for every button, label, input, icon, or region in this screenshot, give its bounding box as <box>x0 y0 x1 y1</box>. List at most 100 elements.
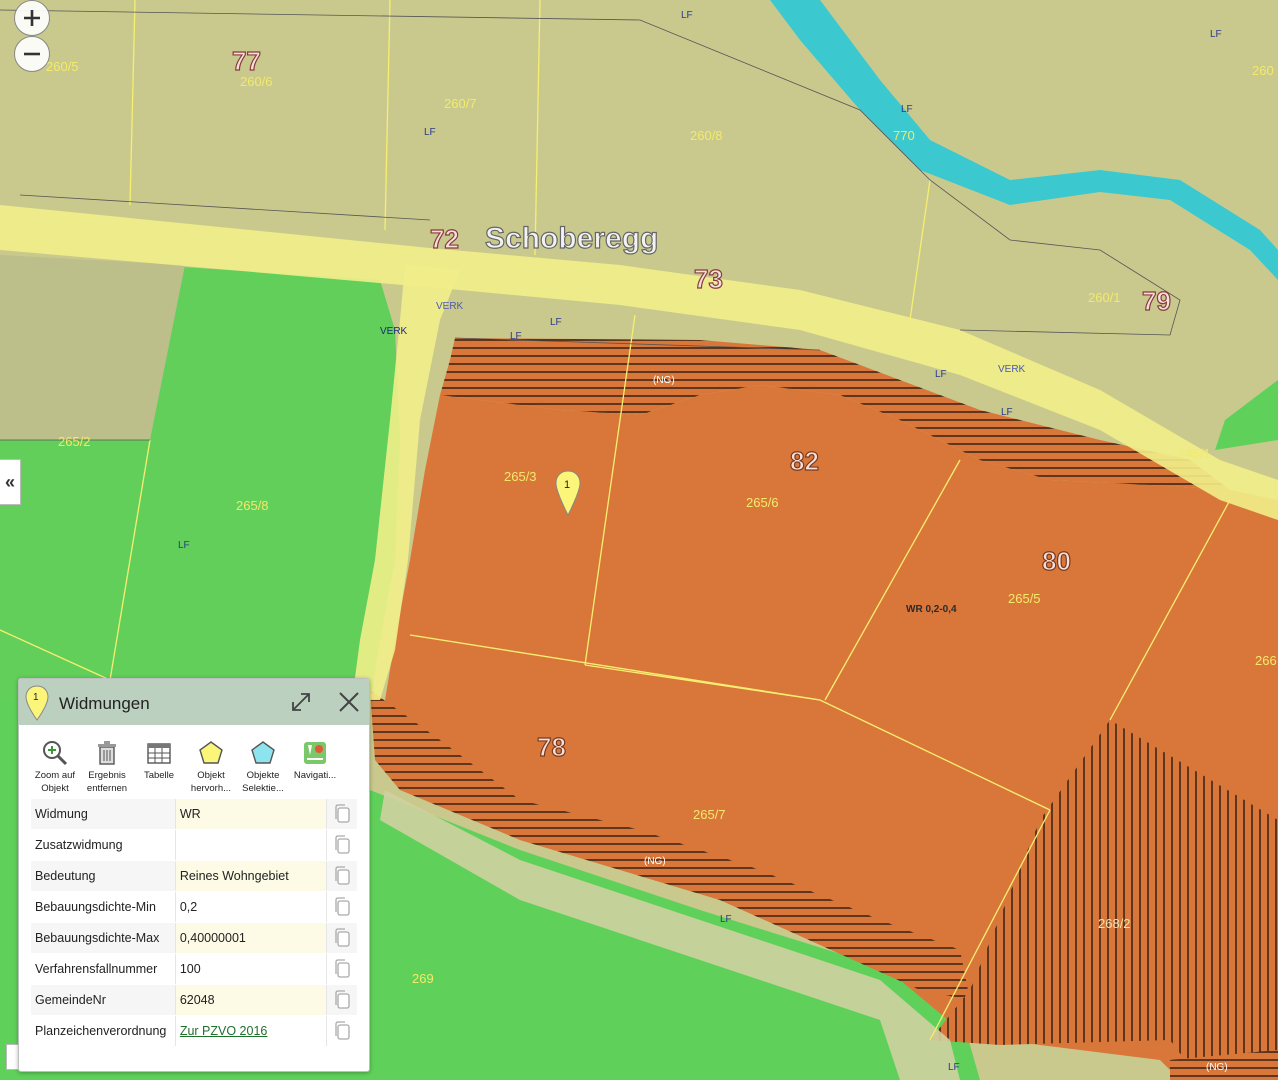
zone-lf: LF <box>1210 29 1222 40</box>
attribute-value: 62048 <box>174 984 327 1016</box>
navigation-icon <box>304 742 326 764</box>
expand-icon[interactable] <box>290 691 312 713</box>
pzvo-link[interactable]: Zur PZVO 2016 <box>180 1024 268 1038</box>
table-row: Widmung WR <box>31 799 357 830</box>
parcel-260-1: 260/1 <box>1088 290 1121 305</box>
navigation-button[interactable]: Navigati... <box>289 735 341 799</box>
parcel-266: 266 <box>1255 653 1277 668</box>
copy-button[interactable] <box>326 1015 357 1047</box>
copy-icon <box>335 897 350 916</box>
house-number-80: 80 <box>1042 546 1071 576</box>
parcel-265-6: 265/6 <box>746 495 779 510</box>
close-icon[interactable] <box>337 690 361 714</box>
house-number-72: 72 <box>430 224 459 254</box>
zoom-to-object-button[interactable]: Zoom auf Objekt <box>29 735 81 799</box>
tool-label: Navigati... <box>293 770 337 781</box>
panel-toolbar: Zoom auf Objekt Ergebnis entfernen Tabel… <box>29 735 359 799</box>
zone-lf: LF <box>550 317 562 328</box>
table-row: Bebauungsdichte-Min 0,2 <box>31 891 357 923</box>
zone-lf: LF <box>720 914 732 925</box>
tool-label: Objekt hervorh... <box>190 770 232 794</box>
copy-button[interactable] <box>326 984 357 1016</box>
tool-label: Ergebnis entfernen <box>86 770 128 794</box>
select-objects-button[interactable]: Objekte Selektie... <box>237 735 289 799</box>
parcel-745-1: 745/1 <box>1178 446 1211 461</box>
parcel-260-8: 260/8 <box>690 128 723 143</box>
double-chevron-left-icon: « <box>4 471 15 492</box>
zoom-icon <box>43 741 68 766</box>
remove-result-button[interactable]: Ergebnis entfernen <box>81 735 133 799</box>
zoom-out-button[interactable] <box>14 36 50 72</box>
copy-button[interactable] <box>326 829 357 861</box>
highlight-object-button[interactable]: Objekt hervorh... <box>185 735 237 799</box>
zone-lf: LF <box>901 104 913 115</box>
attribute-table: Widmung WR Zusatzwidmung Bedeutung Reine… <box>31 799 357 1047</box>
zone-lf: LF <box>424 127 436 138</box>
attribute-value: Zur PZVO 2016 <box>174 1015 327 1047</box>
zoom-in-button[interactable] <box>14 0 50 36</box>
table-row: Bedeutung Reines Wohngebiet <box>31 860 357 892</box>
copy-button[interactable] <box>326 860 357 892</box>
attribute-value: 0,2 <box>174 891 327 923</box>
collapse-sidebar-button[interactable]: « <box>0 459 21 505</box>
marker-number: 1 <box>564 479 570 491</box>
copy-button[interactable] <box>326 922 357 954</box>
copy-icon <box>335 928 350 947</box>
zone-lf: LF <box>1001 407 1013 418</box>
table-row: Bebauungsdichte-Max 0,40000001 <box>31 922 357 954</box>
plus-icon <box>24 10 40 26</box>
table-button[interactable]: Tabelle <box>133 735 185 799</box>
parcel-265-2: 265/2 <box>58 434 91 449</box>
highlight-icon <box>199 741 223 764</box>
zone-ng: (NG) <box>653 375 675 386</box>
attribute-value: Reines Wohngebiet <box>174 860 327 892</box>
attribute-key: Bebauungsdichte-Max <box>31 922 176 954</box>
copy-button[interactable] <box>326 953 357 985</box>
parcel-260-6: 260/6 <box>240 74 273 89</box>
select-icon <box>251 741 275 764</box>
attribute-key: Bedeutung <box>31 860 176 892</box>
zone-verk: VERK <box>380 326 408 337</box>
copy-icon <box>335 1021 350 1040</box>
panel-title: Widmungen <box>59 694 150 713</box>
attribute-key: Bebauungsdichte-Min <box>31 891 176 923</box>
table-row: Planzeichenverordnung Zur PZVO 2016 <box>31 1015 357 1047</box>
zone-lf: LF <box>510 331 522 342</box>
house-number-79: 79 <box>1142 286 1171 316</box>
zone-lf: LF <box>935 369 947 380</box>
feature-info-panel: 1 Widmungen Zoom auf Objekt Ergebnis ent… <box>18 678 370 1072</box>
attribute-key: Planzeichenverordnung <box>31 1015 176 1047</box>
attribute-key: GemeindeNr <box>31 984 176 1016</box>
copy-icon <box>335 866 350 885</box>
tool-label: Objekte Selektie... <box>242 770 284 794</box>
parcel-260-5: 260/5 <box>46 59 79 74</box>
zone-770: 770 <box>893 128 915 143</box>
zone-ng: (NG) <box>644 856 666 867</box>
table-icon <box>147 743 171 764</box>
attribute-key: Widmung <box>31 799 176 830</box>
table-row: GemeindeNr 62048 <box>31 984 357 1016</box>
parcel-265-8: 265/8 <box>236 498 269 513</box>
tool-label: Zoom auf Objekt <box>34 770 76 794</box>
attribute-value: WR <box>174 799 327 830</box>
parcel-260-7: 260/7 <box>444 96 477 111</box>
parcel-268-2: 268/2 <box>1098 916 1131 931</box>
attribute-key: Verfahrensfallnummer <box>31 953 176 985</box>
street-label: Schoberegg <box>485 222 658 255</box>
zone-lf: LF <box>681 10 693 21</box>
copy-button[interactable] <box>326 891 357 923</box>
copy-button[interactable] <box>326 799 357 830</box>
zone-verk: VERK <box>998 364 1026 375</box>
attribute-value: 0,40000001 <box>174 922 327 954</box>
house-number-77: 77 <box>232 46 261 76</box>
attribute-key: Zusatzwidmung <box>31 829 176 861</box>
zone-verk: VERK <box>436 301 464 312</box>
house-number-82: 82 <box>790 446 819 476</box>
table-row: Zusatzwidmung <box>31 829 357 861</box>
table-row: Verfahrensfallnummer 100 <box>31 953 357 985</box>
attribute-value: 100 <box>174 953 327 985</box>
panel-header: 1 Widmungen <box>19 679 369 725</box>
copy-icon <box>335 990 350 1009</box>
zone-wr: WR 0,2-0,4 <box>906 604 957 615</box>
copy-icon <box>335 959 350 978</box>
